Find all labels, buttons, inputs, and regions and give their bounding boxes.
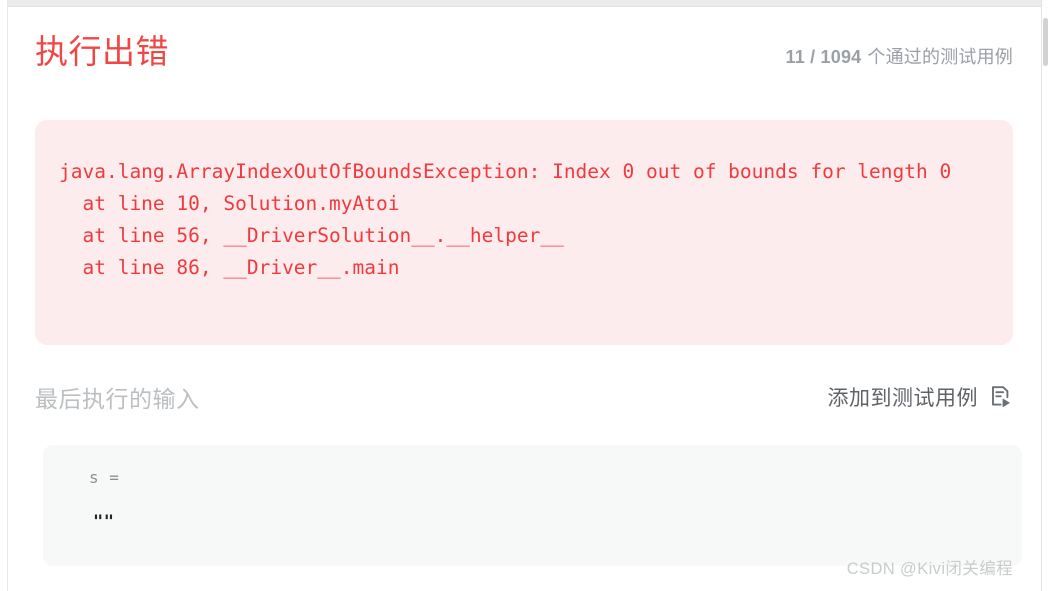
result-header: 执行出错 11 / 1094 个通过的测试用例	[9, 30, 1013, 74]
page-right-edge	[1041, 0, 1050, 591]
page-top-edge	[8, 0, 1042, 7]
result-panel: 执行出错 11 / 1094 个通过的测试用例 java.lang.ArrayIn…	[0, 0, 1050, 591]
page-left-edge	[0, 0, 8, 591]
last-input-label: 最后执行的输入	[35, 386, 200, 412]
watermark: CSDN @Kivi闭关编程	[846, 560, 1013, 578]
result-content: 执行出错 11 / 1094 个通过的测试用例 java.lang.ArrayIn…	[9, 8, 1041, 591]
error-stack-trace: java.lang.ArrayIndexOutOfBoundsException…	[59, 160, 952, 279]
error-message-panel: java.lang.ArrayIndexOutOfBoundsException…	[35, 120, 1013, 345]
vertical-scrollbar-thumb[interactable]	[1043, 18, 1048, 66]
input-variable-value: ""	[93, 512, 115, 532]
add-to-testcase-button[interactable]: 添加到测试用例	[828, 382, 1014, 412]
testcase-run-icon	[989, 384, 1013, 410]
input-variable-name: s =	[89, 468, 120, 487]
last-input-header: 最后执行的输入 添加到测试用例	[35, 380, 1013, 414]
testcase-count: 11 / 1094	[785, 47, 862, 67]
page-title: 执行出错	[35, 33, 169, 70]
last-input-box: s = ""	[43, 445, 1022, 566]
testcase-count-label: 个通过的测试用例	[867, 47, 1013, 67]
add-to-testcase-label: 添加到测试用例	[827, 387, 978, 410]
testcase-summary: 11 / 1094 个通过的测试用例	[786, 43, 1013, 69]
